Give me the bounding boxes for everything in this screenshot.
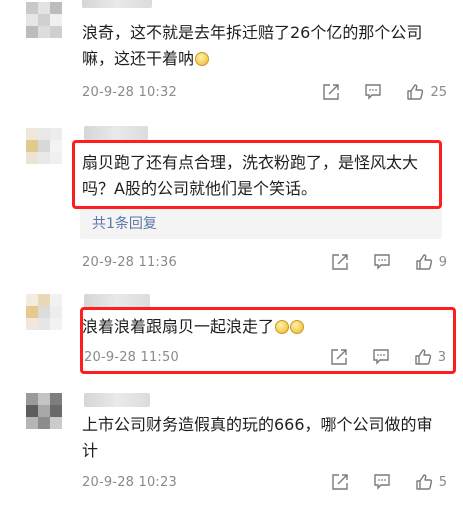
reply-button[interactable] xyxy=(372,348,390,366)
thumbs-up-icon xyxy=(416,474,432,490)
username[interactable] xyxy=(84,294,150,308)
view-replies-link[interactable]: 共1条回复 xyxy=(80,209,442,239)
share-icon xyxy=(331,349,347,365)
emoji-icon xyxy=(275,320,290,334)
comment-meta: 20-9-28 10:32 25 xyxy=(82,81,447,103)
thumbs-up-icon xyxy=(416,254,432,270)
comment-text: 浪奇，这不就是去年拆迁赔了26个亿的那个公司嘛，这还干着呐 xyxy=(82,23,423,68)
comment-icon xyxy=(365,84,382,100)
like-button[interactable]: 3 xyxy=(414,348,446,366)
comment-icon xyxy=(373,349,389,365)
share-button[interactable] xyxy=(331,253,349,271)
share-icon xyxy=(332,474,348,490)
comment-time: 20-9-28 10:32 xyxy=(82,84,177,100)
like-count: 5 xyxy=(438,474,447,490)
comment-item: 浪奇，这不就是去年拆迁赔了26个亿的那个公司嘛，这还干着呐 20-9-28 10… xyxy=(0,0,463,112)
comment-item: 浪着浪着跟扇贝一起浪走了 20-9-28 11:50 3 xyxy=(0,290,463,380)
comment-time: 20-9-28 10:23 xyxy=(82,474,177,490)
avatar[interactable] xyxy=(26,393,62,429)
comment-item: 上市公司财务造假真的玩的666，哪个公司做的审计 20-9-28 10:23 5 xyxy=(0,385,463,517)
thumbs-up-icon xyxy=(407,84,424,100)
emoji-icon xyxy=(195,52,210,66)
like-button[interactable]: 5 xyxy=(415,473,447,491)
username[interactable] xyxy=(82,0,152,8)
comment-icon xyxy=(374,254,390,270)
emoji-icon xyxy=(290,320,305,334)
comment-time: 20-9-28 11:36 xyxy=(82,254,177,270)
avatar[interactable] xyxy=(26,2,62,38)
share-icon xyxy=(323,84,340,100)
avatar[interactable] xyxy=(26,128,62,164)
like-count: 9 xyxy=(438,254,447,270)
username[interactable] xyxy=(84,393,150,407)
like-button[interactable]: 9 xyxy=(415,253,447,271)
like-count: 25 xyxy=(430,84,447,100)
share-button[interactable] xyxy=(331,473,349,491)
comment-item: 扇贝跑了还有点合理，洗衣粉跑了，是怪风太大吗？A股的公司就他们是个笑话。 共1条… xyxy=(0,120,463,285)
reply-button[interactable] xyxy=(364,83,382,101)
comment-text: 上市公司财务造假真的玩的666，哪个公司做的审计 xyxy=(82,415,433,460)
share-button[interactable] xyxy=(322,83,340,101)
share-button[interactable] xyxy=(330,348,348,366)
comment-text: 浪着浪着跟扇贝一起浪走了 xyxy=(82,314,442,340)
reply-button[interactable] xyxy=(373,253,391,271)
like-button[interactable]: 25 xyxy=(406,83,447,101)
username[interactable] xyxy=(84,126,148,140)
comment-meta: 20-9-28 11:50 3 xyxy=(84,346,446,368)
avatar[interactable] xyxy=(26,294,62,330)
comment-meta: 20-9-28 11:36 9 xyxy=(82,251,447,273)
comment-meta: 20-9-28 10:23 5 xyxy=(82,471,447,493)
comment-icon xyxy=(374,474,390,490)
comment-text: 扇贝跑了还有点合理，洗衣粉跑了，是怪风太大吗？A股的公司就他们是个笑话。 xyxy=(82,153,419,198)
reply-button[interactable] xyxy=(373,473,391,491)
share-icon xyxy=(332,254,348,270)
comment-time: 20-9-28 11:50 xyxy=(84,349,179,365)
thumbs-up-icon xyxy=(415,349,431,365)
like-count: 3 xyxy=(437,349,446,365)
